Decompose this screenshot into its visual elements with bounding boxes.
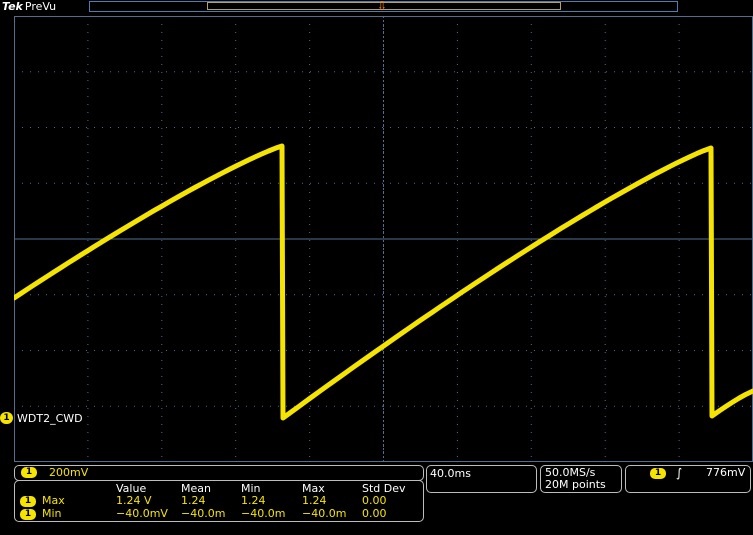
brand-label: Tek PreVu — [2, 0, 56, 13]
channel-1-ground-marker[interactable]: 1 — [0, 412, 13, 424]
meas-min: 1.24 — [241, 494, 266, 507]
meas-value: −40.0mV — [116, 507, 168, 520]
meas-std-dev: 0.00 — [362, 494, 387, 507]
timebase-panel[interactable]: 40.0ms — [426, 465, 537, 493]
trigger-level: 776mV — [706, 466, 746, 479]
trigger-panel[interactable]: 1 ∫ 776mV — [625, 465, 751, 493]
horizontal-scale: 40.0ms — [430, 467, 471, 480]
channel-badge: 1 — [21, 467, 37, 478]
meas-min: −40.0m — [241, 507, 286, 520]
vertical-scale: 200mV — [49, 466, 89, 479]
rising-edge-icon: ∫ — [676, 466, 683, 480]
waveform-display[interactable] — [14, 16, 753, 462]
meas-row-badge: 1 — [20, 496, 36, 507]
meas-max: −40.0m — [302, 507, 347, 520]
meas-row-name: Max — [42, 494, 65, 507]
brand-logo: Tek — [2, 0, 23, 13]
measurement-panel[interactable]: Value Mean Min Max Std Dev 1 Max 1.24 V … — [14, 480, 424, 522]
trigger-source-badge: 1 — [650, 468, 666, 479]
meas-row-badge: 1 — [20, 509, 36, 520]
acquisition-mode: PreVu — [24, 0, 57, 13]
graticule-grid — [14, 16, 753, 462]
meas-mean: 1.24 — [181, 494, 206, 507]
meas-mean: −40.0m — [181, 507, 226, 520]
meas-max: 1.24 — [302, 494, 327, 507]
meas-row-name: Min — [42, 507, 62, 520]
channel-1-label: WDT2_CWD — [17, 412, 83, 425]
top-status-bar: Tek PreVu ⇩ — [0, 0, 753, 14]
channel-scale-panel[interactable]: 1 200mV — [14, 465, 424, 481]
trigger-position-icon[interactable]: ⇩ — [377, 0, 387, 12]
meas-value: 1.24 V — [116, 494, 152, 507]
record-length: 20M points — [545, 478, 606, 491]
acquisition-panel[interactable]: 50.0MS/s 20M points — [540, 465, 622, 493]
meas-std-dev: 0.00 — [362, 507, 387, 520]
